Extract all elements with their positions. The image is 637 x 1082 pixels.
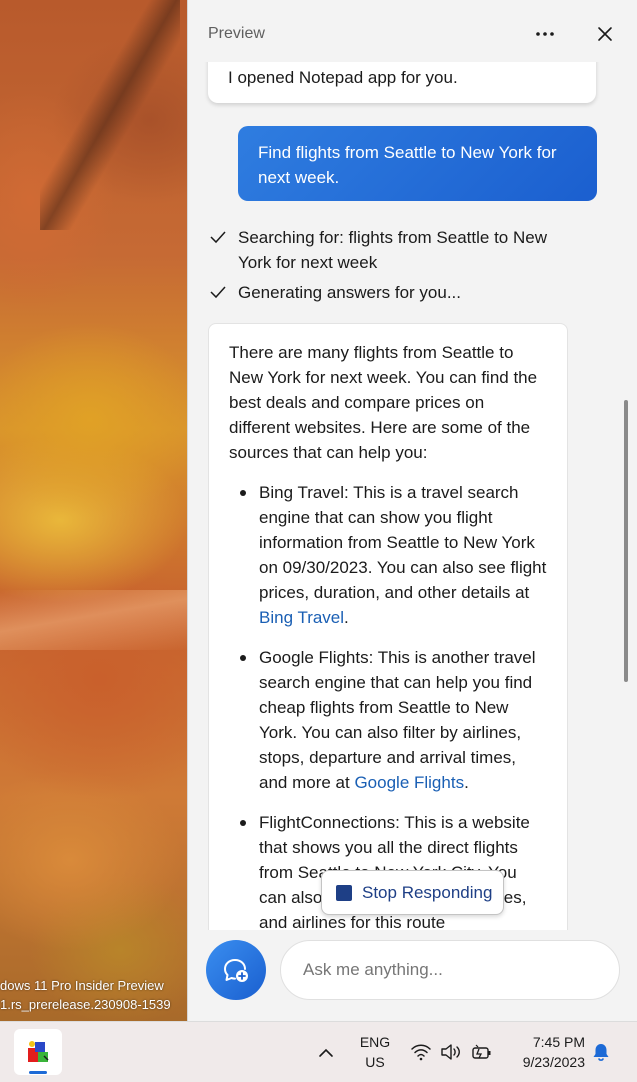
language-indicator[interactable]: ENG US bbox=[350, 1032, 400, 1072]
conversation-area[interactable]: I opened Notepad app for you. Find fligh… bbox=[188, 62, 637, 930]
windows-watermark-line2: 1.rs_prerelease.230908-1539 bbox=[0, 997, 171, 1012]
list-item-tail: . bbox=[344, 608, 349, 627]
list-item-text: Google Flights: This is another travel s… bbox=[259, 648, 536, 792]
assistant-answer: There are many flights from Seattle to N… bbox=[208, 323, 568, 930]
list-item-text: Bing Travel: This is a travel search eng… bbox=[259, 483, 547, 602]
new-chat-button[interactable] bbox=[206, 940, 266, 1000]
status-step-searching: Searching for: flights from Seattle to N… bbox=[208, 225, 608, 275]
scrollbar-thumb[interactable] bbox=[624, 400, 628, 682]
taskbar: ENG US 7:45 PM 9/23/2023 bbox=[0, 1021, 637, 1082]
close-icon bbox=[598, 27, 612, 41]
checkmark-icon bbox=[210, 231, 226, 244]
copilot-panel: Preview I opened Notepad app for you. Fi… bbox=[187, 0, 637, 1021]
wallpaper-rock-crack bbox=[40, 0, 180, 230]
stop-icon bbox=[336, 884, 352, 901]
wallpaper-rock-band bbox=[0, 590, 187, 650]
user-message: Find flights from Seattle to New York fo… bbox=[238, 126, 597, 201]
panel-header: Preview bbox=[188, 0, 637, 62]
more-horizontal-icon bbox=[536, 32, 554, 36]
app-icon bbox=[28, 1041, 49, 1062]
taskbar-app-button[interactable] bbox=[14, 1029, 62, 1075]
new-chat-icon bbox=[224, 959, 248, 982]
close-button[interactable] bbox=[588, 20, 622, 48]
windows-watermark-line1: dows 11 Pro Insider Preview bbox=[0, 978, 164, 993]
active-app-indicator bbox=[29, 1071, 47, 1074]
answer-source-list: Bing Travel: This is a travel search eng… bbox=[229, 480, 547, 930]
chevron-up-icon[interactable] bbox=[315, 1042, 337, 1064]
assistant-message-previous: I opened Notepad app for you. bbox=[208, 62, 596, 103]
system-tray[interactable] bbox=[410, 1040, 492, 1064]
clock-time: 7:45 PM bbox=[532, 1034, 585, 1050]
status-step-text: Searching for: flights from Seattle to N… bbox=[238, 228, 547, 272]
bing-travel-link[interactable]: Bing Travel bbox=[259, 608, 344, 627]
checkmark-icon bbox=[210, 286, 226, 299]
stop-responding-button[interactable]: Stop Responding bbox=[321, 870, 504, 915]
status-step-text: Generating answers for you... bbox=[238, 283, 462, 302]
language-code: ENG bbox=[359, 1034, 391, 1050]
panel-title: Preview bbox=[208, 25, 265, 42]
list-item: Google Flights: This is another travel s… bbox=[229, 645, 547, 795]
clock[interactable]: 7:45 PM 9/23/2023 bbox=[505, 1032, 585, 1072]
status-step-generating: Generating answers for you... bbox=[208, 280, 608, 305]
region-code: US bbox=[365, 1054, 385, 1070]
list-item-tail: . bbox=[464, 773, 469, 792]
google-flights-link[interactable]: Google Flights bbox=[354, 773, 464, 792]
desktop-wallpaper: dows 11 Pro Insider Preview 1.rs_prerele… bbox=[0, 0, 187, 1021]
battery-icon bbox=[472, 1044, 491, 1059]
volume-icon bbox=[441, 1044, 460, 1060]
more-options-button[interactable] bbox=[528, 20, 562, 48]
answer-intro: There are many flights from Seattle to N… bbox=[229, 343, 538, 462]
ask-input[interactable] bbox=[280, 940, 620, 1000]
notification-bell-icon[interactable] bbox=[590, 1041, 612, 1063]
clock-date: 9/23/2023 bbox=[522, 1054, 585, 1070]
stop-responding-label: Stop Responding bbox=[362, 882, 493, 902]
assistant-message-text: I opened Notepad app for you. bbox=[228, 68, 458, 87]
wifi-icon bbox=[411, 1044, 431, 1061]
list-item: Bing Travel: This is a travel search eng… bbox=[229, 480, 547, 630]
